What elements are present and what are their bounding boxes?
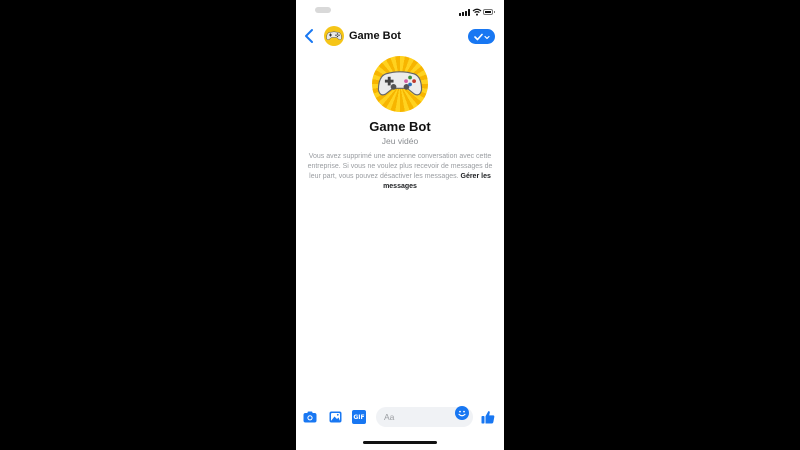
image-icon bbox=[329, 411, 341, 423]
gallery-button[interactable] bbox=[328, 410, 342, 424]
conversation-title[interactable]: Game Bot bbox=[349, 30, 401, 42]
messenger-screen: Game Bot Game Bot Jeu vidéo Vous avez su… bbox=[296, 0, 504, 450]
chevron-left-icon bbox=[305, 29, 313, 43]
back-button[interactable] bbox=[303, 28, 317, 44]
home-indicator[interactable] bbox=[363, 441, 437, 444]
check-icon bbox=[473, 33, 490, 40]
avatar[interactable] bbox=[324, 26, 344, 46]
status-left-indicator bbox=[315, 7, 331, 13]
thumbs-up-icon bbox=[481, 411, 495, 424]
deleted-conversation-notice: Vous avez supprimé une ancienne conversa… bbox=[306, 152, 494, 192]
like-button[interactable] bbox=[481, 410, 495, 424]
message-composer: GIF Aa bbox=[296, 404, 504, 430]
signal-icon bbox=[459, 9, 471, 16]
emoji-button[interactable] bbox=[455, 406, 469, 420]
profile-avatar[interactable] bbox=[372, 56, 428, 112]
gif-button[interactable]: GIF bbox=[352, 410, 366, 424]
profile-name: Game Bot bbox=[369, 119, 431, 134]
gamepad-icon bbox=[377, 71, 423, 96]
emoji-icon bbox=[458, 410, 466, 417]
battery-icon bbox=[483, 9, 495, 15]
done-button[interactable] bbox=[468, 29, 495, 44]
status-bar bbox=[296, 0, 504, 22]
profile-category: Jeu vidéo bbox=[381, 136, 419, 146]
conversation-header: Game Bot bbox=[296, 22, 504, 52]
camera-icon bbox=[303, 411, 317, 423]
gamepad-icon bbox=[326, 31, 342, 41]
wifi-icon bbox=[472, 8, 482, 16]
camera-button[interactable] bbox=[303, 410, 317, 424]
